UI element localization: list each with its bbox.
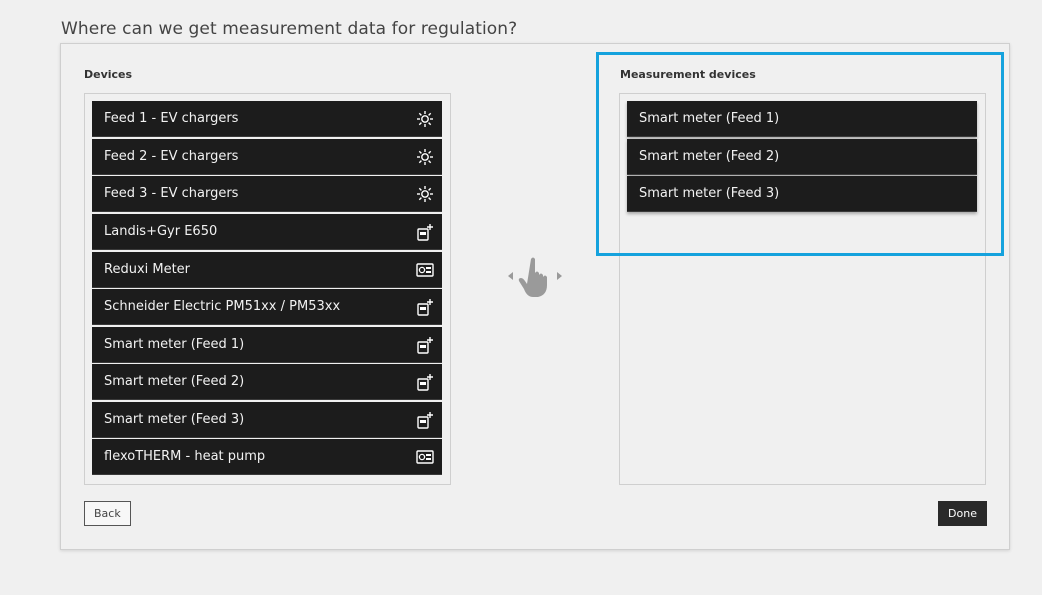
regulation-source-panel: Devices Measurement devices Feed 1 - EV …: [60, 43, 1010, 550]
drag-hand-icon: [508, 257, 562, 297]
meter-plus-icon: [417, 412, 433, 429]
device-item-label: Feed 3 - EV chargers: [104, 186, 239, 201]
device-item-label: Smart meter (Feed 3): [104, 412, 245, 427]
device-item-feed-3-ev-chargers[interactable]: Feed 3 - EV chargers: [92, 176, 442, 212]
device-item-label: Smart meter (Feed 2): [104, 374, 245, 389]
devices-list: Feed 1 - EV chargers Feed 2 - EV charger…: [84, 93, 451, 485]
measurement-devices-label: Measurement devices: [620, 68, 756, 81]
measurement-item-smart-meter-feed-2[interactable]: Smart meter (Feed 2): [627, 139, 977, 175]
device-item-label: Feed 1 - EV chargers: [104, 111, 239, 126]
measurement-item-label: Smart meter (Feed 1): [639, 111, 780, 126]
page-title: Where can we get measurement data for re…: [61, 19, 518, 39]
meter-plus-icon: [417, 374, 433, 391]
device-item-schneider-electric[interactable]: Schneider Electric PM51xx / PM53xx: [92, 289, 442, 325]
devices-label: Devices: [84, 68, 133, 81]
device-panel-icon: [416, 450, 434, 464]
device-item-label: Reduxi Meter: [104, 262, 191, 277]
device-item-flexotherm-heat-pump[interactable]: flexoTHERM - heat pump: [92, 439, 442, 475]
device-item-smart-meter-feed-3[interactable]: Smart meter (Feed 3): [92, 402, 442, 438]
device-item-label: flexoTHERM - heat pump: [104, 449, 266, 464]
device-item-label: Smart meter (Feed 1): [104, 337, 245, 352]
measurement-item-smart-meter-feed-3[interactable]: Smart meter (Feed 3): [627, 176, 977, 212]
device-panel-icon: [416, 263, 434, 277]
measurement-item-label: Smart meter (Feed 3): [639, 186, 780, 201]
device-item-label: Schneider Electric PM51xx / PM53xx: [104, 299, 341, 314]
device-item-reduxi-meter[interactable]: Reduxi Meter: [92, 252, 442, 288]
device-item-smart-meter-feed-1[interactable]: Smart meter (Feed 1): [92, 327, 442, 363]
measurement-item-smart-meter-feed-1[interactable]: Smart meter (Feed 1): [627, 101, 977, 137]
sun-icon: [417, 186, 433, 202]
device-item-landis-gyr-e650[interactable]: Landis+Gyr E650: [92, 214, 442, 250]
device-item-feed-1-ev-chargers[interactable]: Feed 1 - EV chargers: [92, 101, 442, 137]
meter-plus-icon: [417, 337, 433, 354]
meter-plus-icon: [417, 299, 433, 316]
device-item-label: Landis+Gyr E650: [104, 224, 218, 239]
meter-plus-icon: [417, 224, 433, 241]
measurement-devices-list[interactable]: Smart meter (Feed 1) Smart meter (Feed 2…: [619, 93, 986, 485]
measurement-item-label: Smart meter (Feed 2): [639, 149, 780, 164]
back-button[interactable]: Back: [84, 501, 131, 526]
sun-icon: [417, 111, 433, 127]
done-button[interactable]: Done: [938, 501, 987, 526]
sun-icon: [417, 149, 433, 165]
device-item-feed-2-ev-chargers[interactable]: Feed 2 - EV chargers: [92, 139, 442, 175]
device-item-smart-meter-feed-2[interactable]: Smart meter (Feed 2): [92, 364, 442, 400]
device-item-label: Feed 2 - EV chargers: [104, 149, 239, 164]
